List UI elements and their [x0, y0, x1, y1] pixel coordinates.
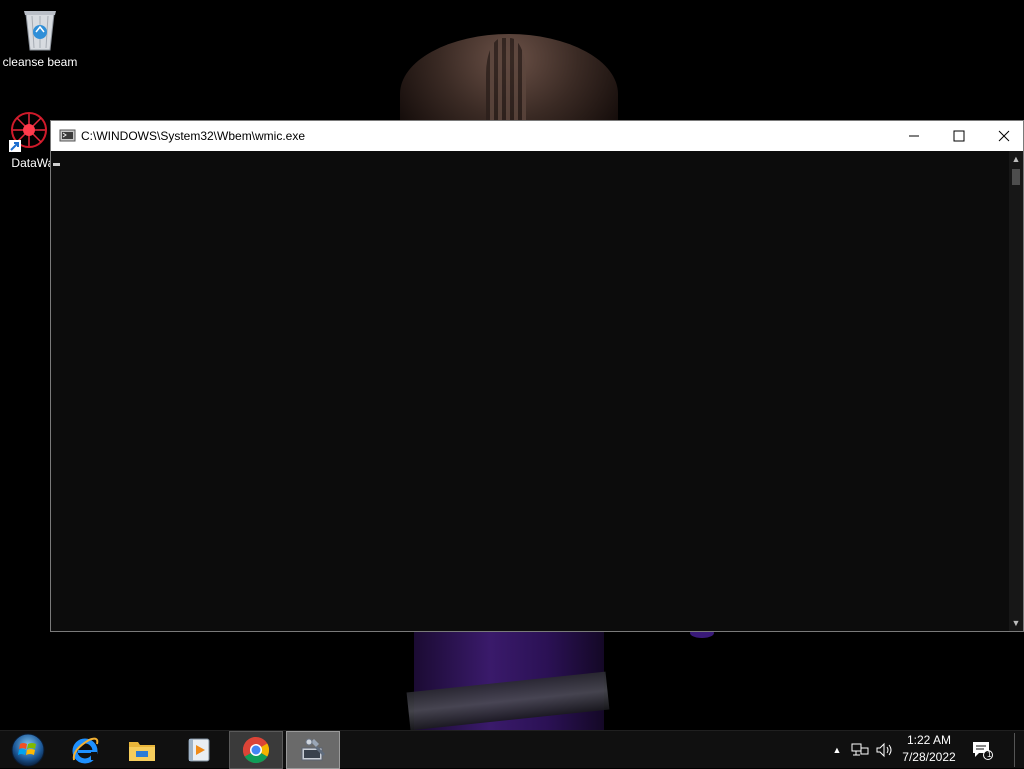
maximize-button[interactable] — [936, 121, 982, 151]
scroll-up-arrow-icon[interactable]: ▲ — [1009, 151, 1023, 167]
desktop-icon-label: cleanse beam — [2, 55, 78, 69]
scroll-thumb[interactable] — [1012, 169, 1020, 185]
notification-count: 1 — [987, 750, 992, 759]
maximize-icon — [953, 130, 965, 142]
recycle-bin-icon — [24, 11, 56, 51]
start-button[interactable] — [6, 733, 50, 767]
desktop-icon-cleanse-beam[interactable]: cleanse beam — [0, 8, 80, 69]
taskbar: ▲ 1:22 AM 7/28/2022 1 — [0, 730, 1024, 769]
console-output[interactable] — [51, 151, 1009, 631]
taskbar-clock[interactable]: 1:22 AM 7/28/2022 — [896, 732, 962, 768]
chrome-icon — [242, 736, 270, 764]
wallpaper-figure-hair — [486, 38, 526, 128]
close-icon — [998, 130, 1010, 142]
folder-icon — [129, 742, 155, 761]
console-window[interactable]: C:\WINDOWS\System32\Wbem\wmic.exe ▲ ▼ — [50, 120, 1024, 632]
network-tray-button[interactable] — [850, 731, 870, 769]
action-center-button[interactable]: 1 — [968, 731, 996, 769]
taskbar-chrome[interactable] — [229, 731, 283, 769]
taskbar-file-explorer[interactable] — [115, 731, 169, 769]
internet-explorer-icon — [72, 737, 99, 764]
minimize-icon — [909, 135, 919, 137]
show-hidden-icons-button[interactable]: ▲ — [828, 731, 846, 769]
clock-time: 1:22 AM — [906, 733, 952, 747]
minimize-button[interactable] — [891, 121, 937, 151]
taskbar-wmic[interactable] — [286, 731, 340, 769]
media-player-icon — [188, 738, 210, 762]
windows-start-icon — [11, 733, 45, 767]
console-titlebar[interactable]: C:\WINDOWS\System32\Wbem\wmic.exe — [51, 121, 1023, 151]
text-cursor — [53, 163, 60, 166]
taskbar-internet-explorer[interactable] — [58, 731, 112, 769]
wmic-icon — [301, 738, 326, 761]
volume-icon — [876, 742, 892, 758]
volume-tray-button[interactable] — [874, 731, 896, 769]
taskbar-media-player[interactable] — [172, 731, 226, 769]
clock-date: 7/28/2022 — [902, 750, 956, 764]
chevron-up-icon: ▲ — [832, 745, 842, 755]
console-scrollbar[interactable]: ▲ ▼ — [1009, 151, 1023, 631]
close-button[interactable] — [981, 121, 1024, 151]
network-icon — [851, 743, 869, 756]
console-icon — [59, 129, 76, 142]
show-desktop-button[interactable] — [1014, 733, 1022, 767]
scroll-down-arrow-icon[interactable]: ▼ — [1009, 615, 1023, 631]
datawag-shortcut-icon — [9, 112, 47, 152]
console-title: C:\WINDOWS\System32\Wbem\wmic.exe — [81, 129, 306, 143]
